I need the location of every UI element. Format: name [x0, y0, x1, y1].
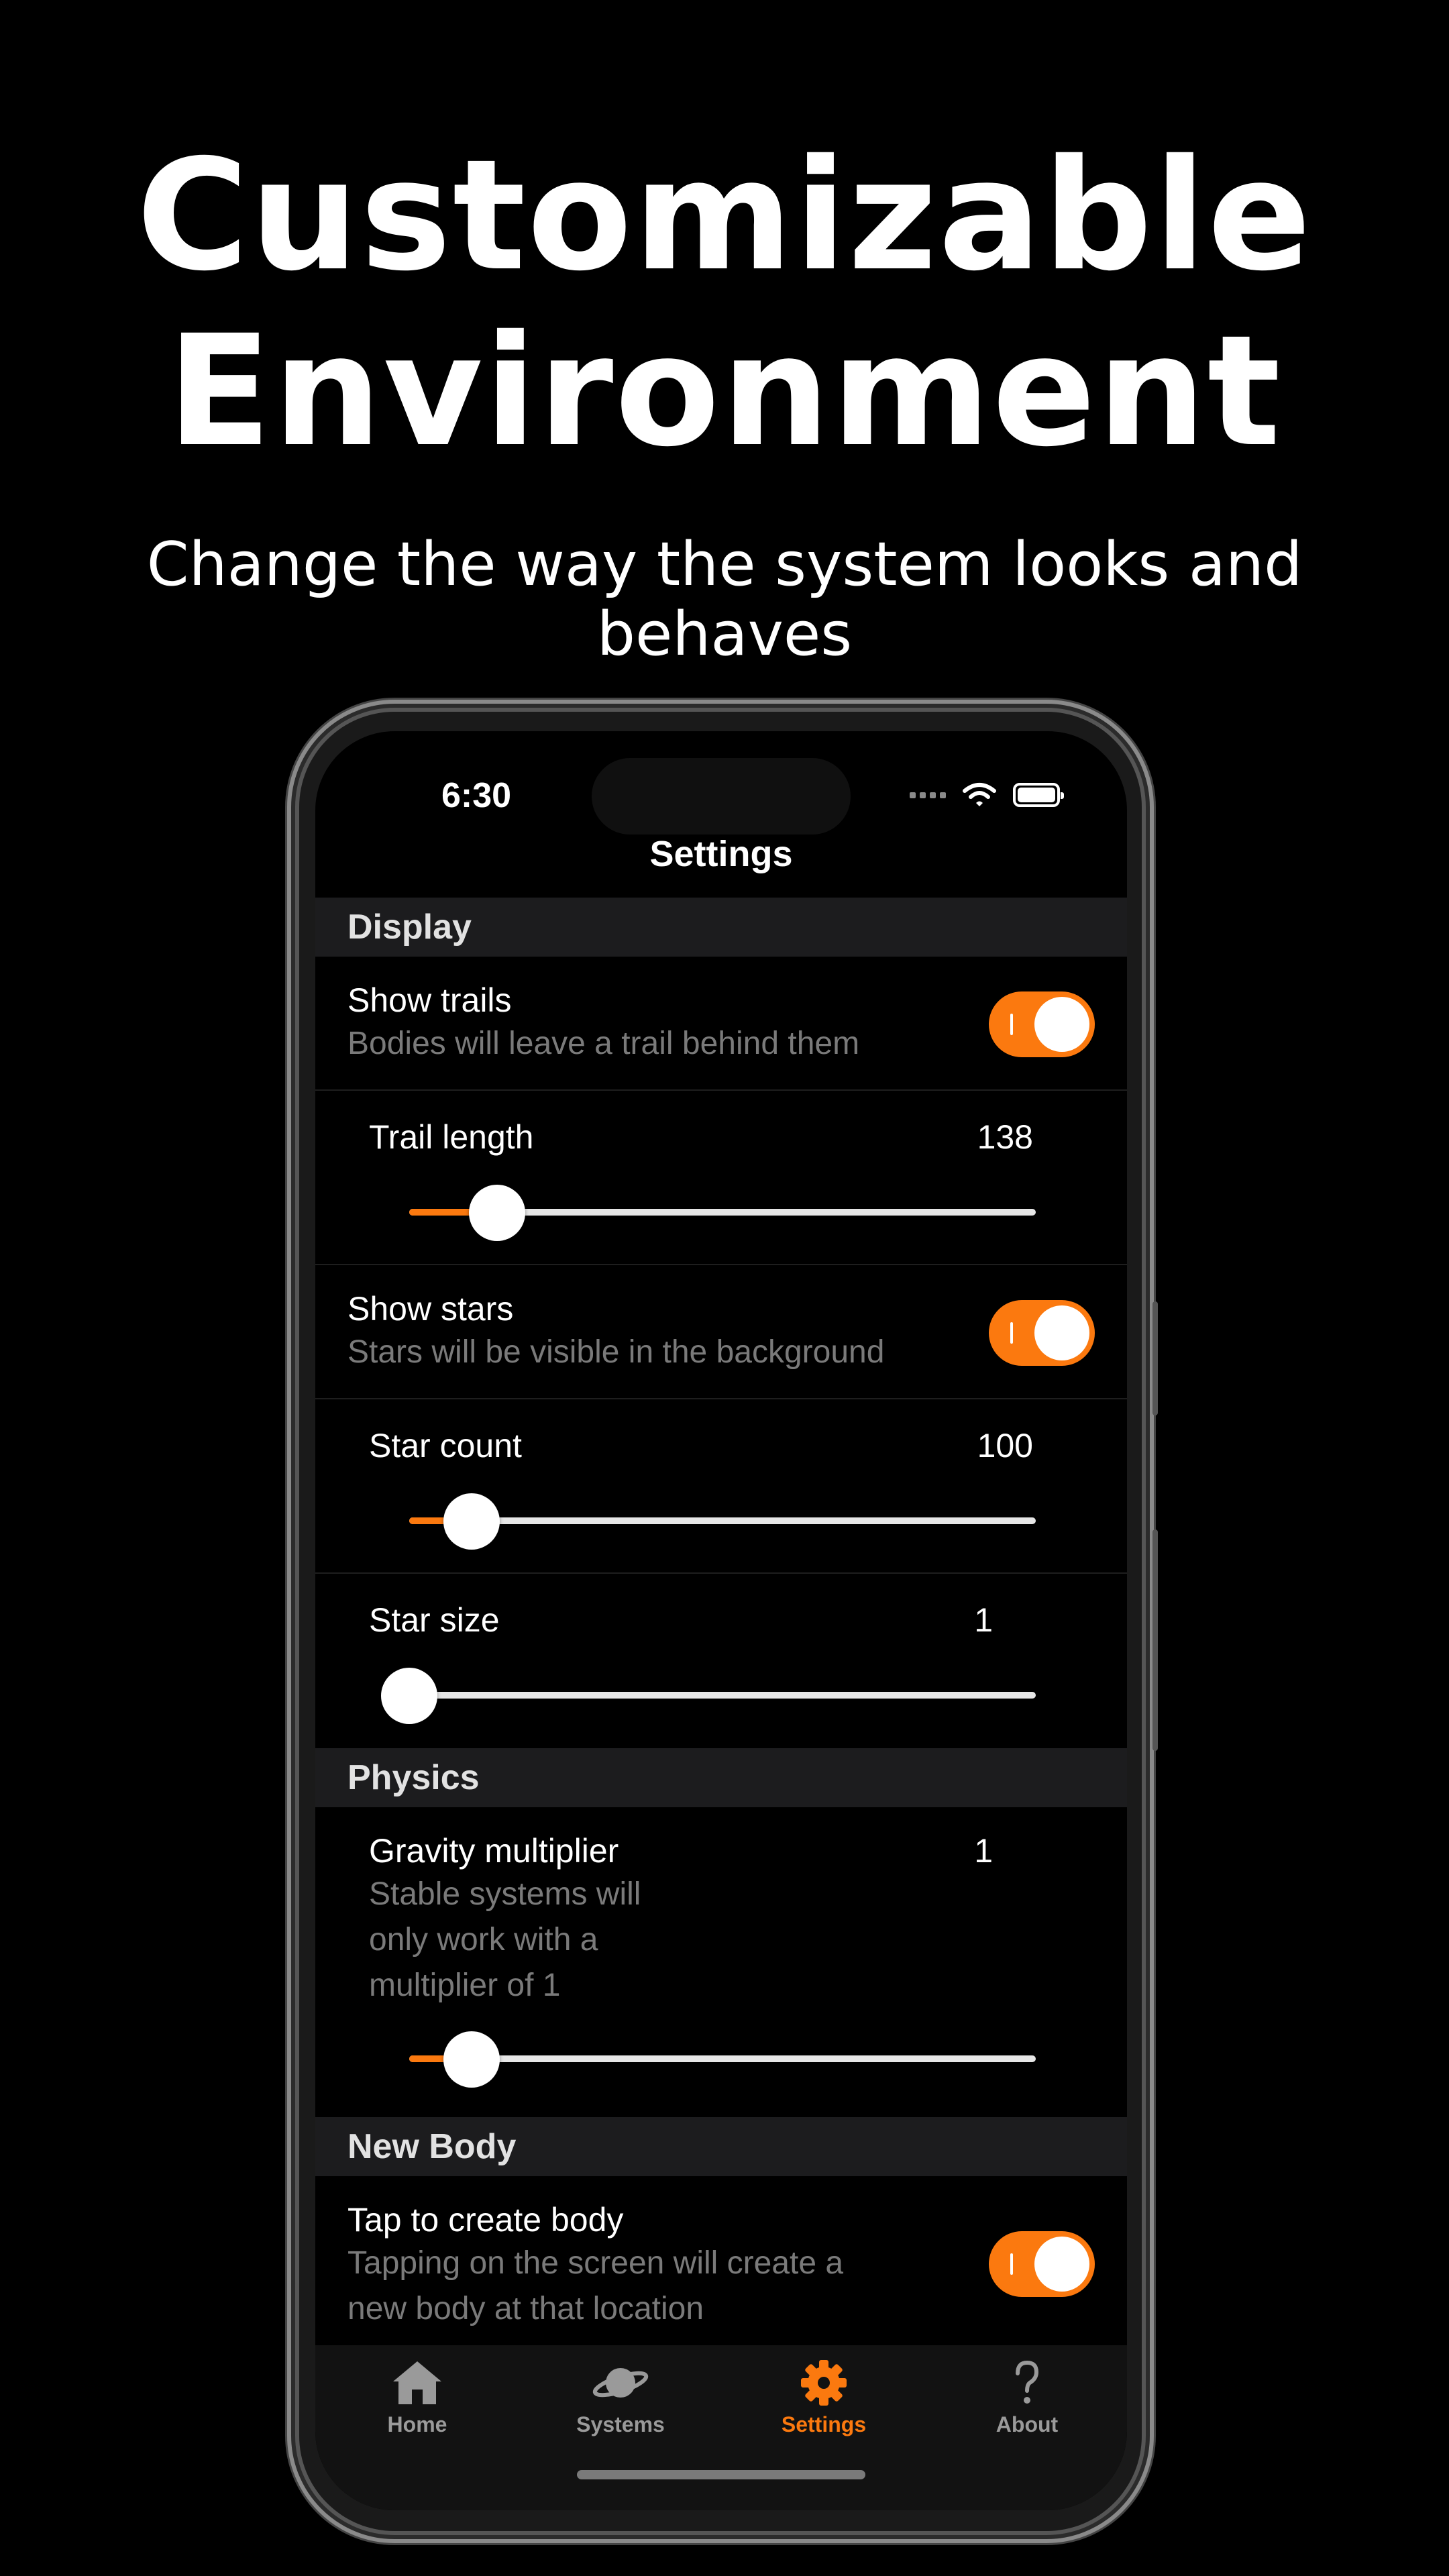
tab-systems[interactable]: Systems	[540, 2359, 701, 2437]
side-button-lower	[1152, 1529, 1158, 1751]
tab-bar: Home Systems Settings About	[315, 2345, 1127, 2510]
trail-length-value: 138	[977, 1118, 1033, 1156]
slider-thumb[interactable]	[469, 1185, 525, 1241]
subheadline-line-2: behaves	[596, 599, 853, 669]
section-header-display: Display	[315, 898, 1127, 957]
show-trails-label: Show trails	[347, 981, 512, 1019]
tab-home[interactable]: Home	[337, 2359, 498, 2437]
row-show-stars: Show stars Stars will be visible in the …	[315, 1265, 1127, 1399]
home-indicator[interactable]	[577, 2470, 865, 2479]
tab-about-label: About	[996, 2412, 1059, 2436]
row-gravity-multiplier: Gravity multiplier 1 Stable systems will…	[315, 1807, 1127, 2116]
subheadline: Change the way the system looks and beha…	[107, 530, 1342, 669]
trail-length-label: Trail length	[369, 1118, 534, 1156]
star-size-value: 1	[974, 1601, 993, 1639]
gravity-multiplier-slider[interactable]	[409, 2031, 1036, 2088]
headline-line-2: Environment	[167, 302, 1282, 480]
battery-icon	[1013, 783, 1064, 807]
house-icon	[393, 2361, 441, 2404]
gear-icon	[801, 2360, 847, 2406]
show-stars-label: Show stars	[347, 1290, 514, 1328]
slider-thumb[interactable]	[443, 1493, 500, 1550]
tab-settings[interactable]: Settings	[743, 2359, 904, 2437]
star-size-label: Star size	[369, 1601, 500, 1639]
tap-to-create-toggle[interactable]	[989, 2231, 1095, 2297]
wifi-icon	[963, 783, 996, 806]
headline: Customizable Environment	[0, 127, 1449, 479]
gravity-description-line-3: multiplier of 1	[369, 1968, 561, 2003]
star-size-slider[interactable]	[381, 1668, 1036, 1724]
tap-to-create-label: Tap to create body	[347, 2201, 624, 2239]
page-title: Settings	[649, 834, 793, 874]
star-count-slider[interactable]	[409, 1493, 1036, 1550]
headline-line-1: Customizable	[136, 126, 1313, 305]
subheadline-line-1: Change the way the system looks and	[146, 529, 1303, 600]
tab-systems-label: Systems	[576, 2412, 665, 2436]
row-trail-length: Trail length 138	[315, 1091, 1127, 1265]
planet-icon	[592, 2368, 649, 2398]
tap-to-create-description: Tapping on the screen will create a new …	[347, 2241, 843, 2332]
trail-length-slider[interactable]	[409, 1185, 1036, 1241]
gravity-description-line-1: Stable systems will	[369, 1876, 641, 1912]
row-star-count: Star count 100	[315, 1399, 1127, 1574]
side-button-upper	[1152, 1301, 1158, 1415]
tab-home-label: Home	[387, 2412, 447, 2436]
star-count-value: 100	[977, 1427, 1033, 1464]
tap-description-line-1: Tapping on the screen will create a	[347, 2245, 844, 2281]
slider-thumb[interactable]	[381, 1668, 437, 1724]
status-time: 6:30	[441, 776, 512, 815]
row-show-trails: Show trails Bodies will leave a trail be…	[315, 957, 1127, 1091]
tab-settings-label: Settings	[781, 2412, 867, 2436]
star-count-label: Star count	[369, 1427, 522, 1464]
show-stars-description: Stars will be visible in the background	[347, 1334, 885, 1370]
slider-thumb[interactable]	[443, 2031, 500, 2088]
phone-screen: 6:30 Settings Display Show trails Bodies…	[315, 731, 1127, 2510]
gravity-multiplier-label: Gravity multiplier	[369, 1832, 619, 1870]
show-trails-description: Bodies will leave a trail behind them	[347, 1026, 860, 1061]
question-icon	[1016, 2360, 1039, 2404]
gravity-multiplier-value: 1	[974, 1832, 993, 1870]
signal-dots-icon	[910, 792, 946, 798]
show-stars-toggle[interactable]	[989, 1300, 1095, 1366]
tap-description-line-2: new body at that location	[347, 2291, 704, 2326]
gravity-description-line-2: only work with a	[369, 1922, 598, 1957]
tab-about[interactable]: About	[947, 2359, 1108, 2437]
row-tap-to-create: Tap to create body Tapping on the screen…	[315, 2176, 1127, 2351]
show-trails-toggle[interactable]	[989, 991, 1095, 1057]
section-header-new-body: New Body	[315, 2117, 1127, 2176]
section-header-physics: Physics	[315, 1748, 1127, 1807]
dynamic-island	[592, 758, 851, 835]
row-star-size: Star size 1	[315, 1574, 1127, 1748]
status-indicators	[910, 778, 1064, 812]
gravity-multiplier-description: Stable systems will only work with a mul…	[369, 1872, 641, 2008]
